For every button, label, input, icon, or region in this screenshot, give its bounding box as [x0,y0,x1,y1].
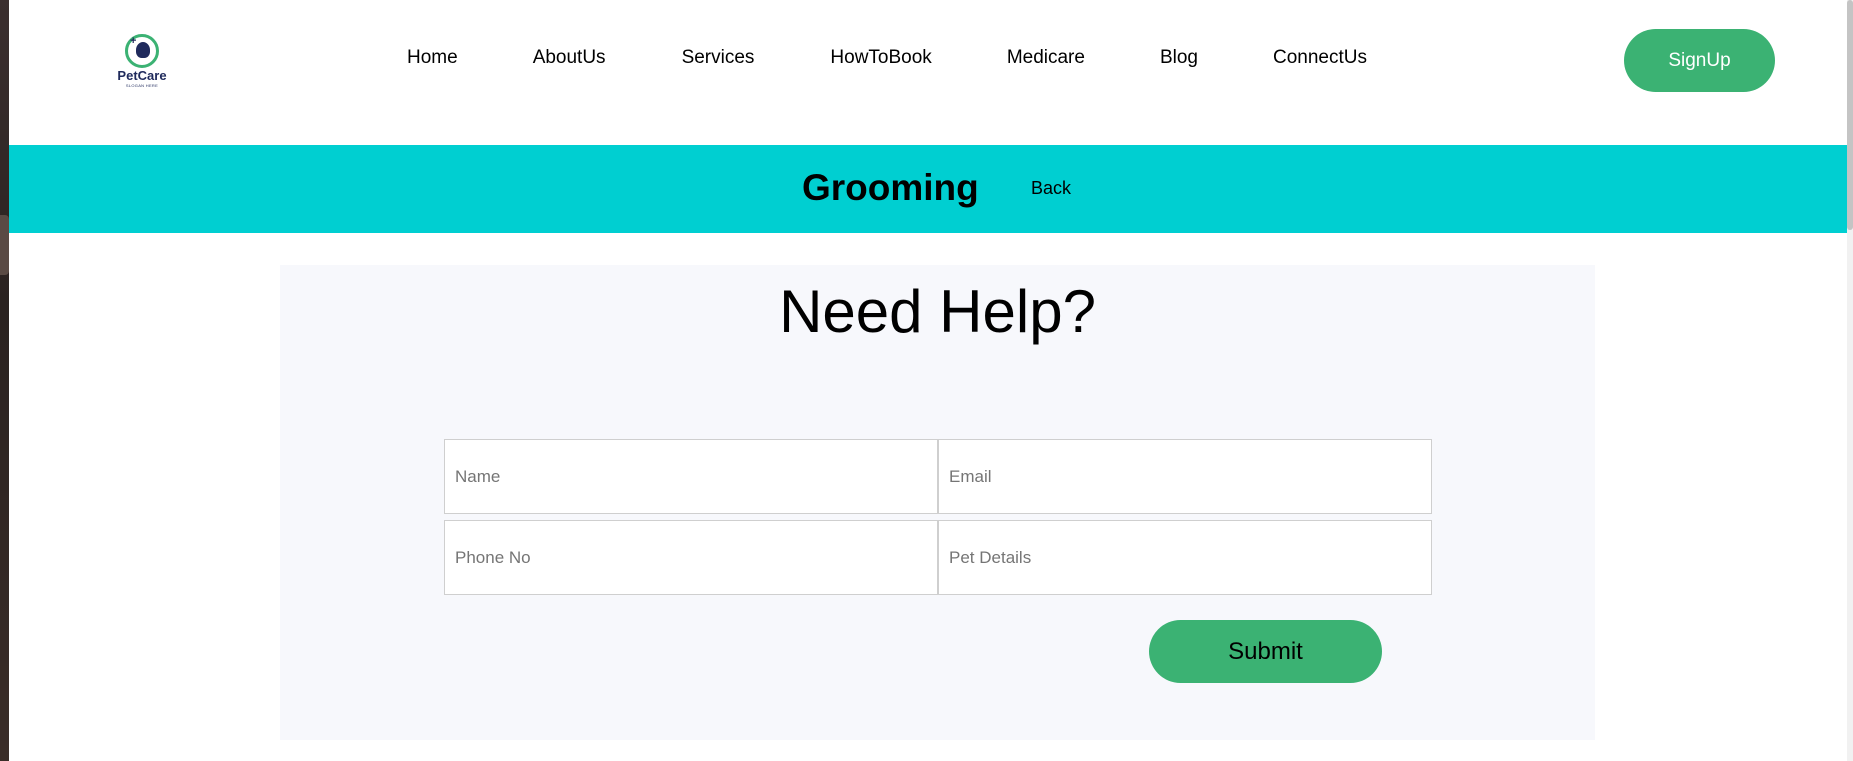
signup-button[interactable]: SignUp [1624,29,1775,92]
logo-tagline: SLOGAN HERE [125,83,159,88]
petcare-logo[interactable]: PetCare SLOGAN HERE [109,34,175,90]
nav-services[interactable]: Services [682,47,755,69]
nav-about-us[interactable]: AboutUs [533,47,606,69]
nav-blog[interactable]: Blog [1160,47,1198,69]
logo-brand: PetCare [117,68,167,83]
nav-how-to-book[interactable]: HowToBook [830,47,931,69]
dog-logo-icon [125,34,159,68]
nav-connect-us[interactable]: ConnectUs [1273,47,1367,69]
submit-button[interactable]: Submit [1149,620,1382,683]
page-banner: Grooming Back [9,145,1847,233]
desktop-edge-handle [0,215,9,275]
nav-medicare[interactable]: Medicare [1007,47,1085,69]
need-help-heading: Need Help? [779,278,1096,345]
email-field[interactable] [938,439,1432,514]
page-scrollbar[interactable] [1847,0,1853,761]
pet-details-field[interactable] [938,520,1432,595]
main-nav: Home AboutUs Services HowToBook Medicare… [399,47,1367,69]
page-title: Grooming [802,167,979,208]
back-link[interactable]: Back [1031,178,1071,199]
name-field[interactable] [444,439,938,514]
nav-home[interactable]: Home [407,47,458,69]
desktop-edge [0,0,9,761]
scrollbar-thumb[interactable] [1847,0,1853,230]
site-header: PetCare SLOGAN HERE Home AboutUs Service… [9,0,1847,145]
need-help-form-panel: Need Help? Submit [280,265,1595,740]
phone-field[interactable] [444,520,938,595]
